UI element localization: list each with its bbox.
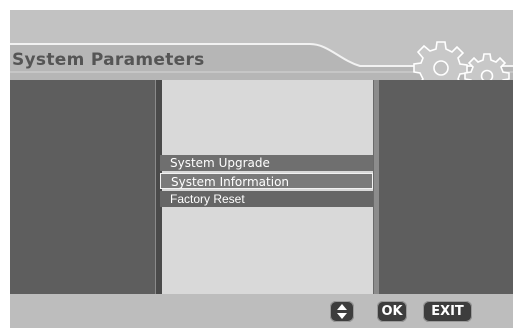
left-panel xyxy=(10,80,155,294)
ok-button[interactable]: OK xyxy=(377,301,407,322)
menu-item-system-upgrade[interactable]: System Upgrade xyxy=(160,155,373,171)
menu-item-factory-reset[interactable]: Factory Reset xyxy=(160,191,373,207)
exit-button[interactable]: EXIT xyxy=(423,301,472,322)
settings-menu: System Upgrade System Information Factor… xyxy=(160,155,373,209)
navigate-button[interactable] xyxy=(330,301,354,322)
page-title: System Parameters xyxy=(12,50,205,70)
screen: System Parameters System Upgrade System … xyxy=(10,10,513,328)
up-down-arrows-icon xyxy=(337,304,347,319)
right-panel xyxy=(379,80,513,294)
menu-item-system-information[interactable]: System Information xyxy=(160,173,373,189)
footer-bar: OK EXIT xyxy=(10,294,513,328)
